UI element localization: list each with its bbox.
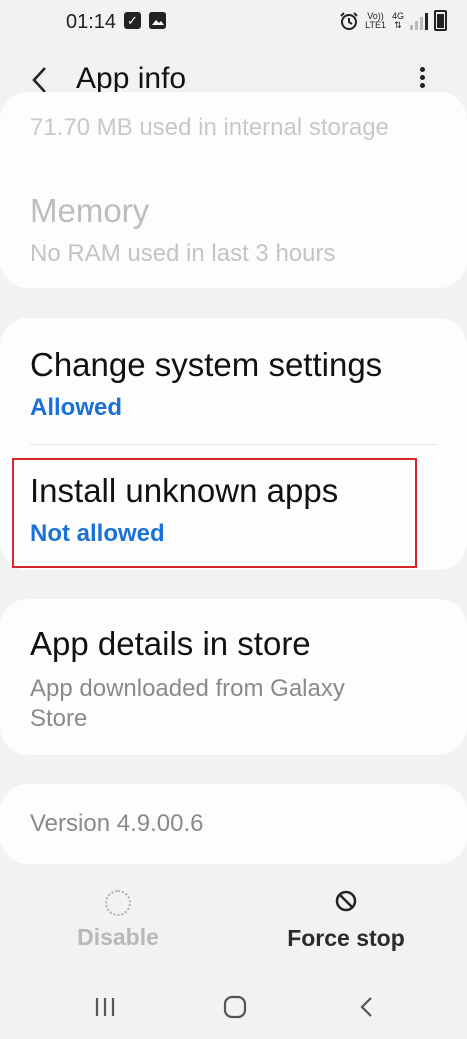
app-details-title: App details in store bbox=[30, 625, 311, 662]
image-icon bbox=[149, 12, 166, 29]
lte-4g-icon: 4G ⇅ bbox=[391, 10, 404, 30]
check-icon: ✓ bbox=[124, 12, 141, 29]
disable-icon bbox=[105, 890, 131, 916]
home-icon bbox=[223, 995, 247, 1019]
disable-label: Disable bbox=[77, 924, 159, 950]
storage-memory-card: 71.70 MB used in internal storage Memory… bbox=[0, 92, 467, 288]
notification-icons: ✓ bbox=[124, 12, 166, 29]
nav-back-button[interactable] bbox=[352, 994, 382, 1020]
alarm-icon bbox=[340, 11, 358, 30]
app-details-subtitle-line2: Store bbox=[30, 705, 88, 732]
home-button[interactable] bbox=[220, 994, 250, 1020]
page-title: App info bbox=[76, 62, 187, 95]
force-stop-button[interactable]: Force stop bbox=[256, 890, 436, 952]
permissions-card: Change system settings Allowed Install u… bbox=[0, 318, 467, 570]
force-stop-icon bbox=[335, 890, 357, 912]
memory-title: Memory bbox=[30, 192, 150, 229]
status-right-icons: Vo)) LTE1 4G ⇅ bbox=[339, 10, 447, 31]
divider bbox=[30, 444, 437, 445]
highlight-box bbox=[12, 458, 417, 568]
back-icon bbox=[360, 997, 372, 1017]
more-vertical-icon bbox=[410, 67, 434, 88]
change-system-settings-title: Change system settings bbox=[30, 346, 383, 383]
bottom-actions: Disable Force stop bbox=[0, 890, 467, 970]
volte-icon: Vo)) LTE1 bbox=[365, 10, 386, 30]
more-options-button[interactable] bbox=[410, 64, 434, 94]
app-details-subtitle-line1: App downloaded from Galaxy bbox=[30, 675, 345, 702]
recent-apps-icon bbox=[95, 998, 115, 1016]
storage-usage-text[interactable]: 71.70 MB used in internal storage bbox=[30, 114, 389, 142]
navigation-bar bbox=[0, 980, 467, 1030]
status-time: 01:14 bbox=[66, 11, 117, 33]
force-stop-label: Force stop bbox=[287, 925, 405, 951]
recent-apps-button[interactable] bbox=[90, 994, 120, 1020]
disable-button[interactable]: Disable bbox=[28, 890, 208, 951]
signal-icon bbox=[410, 12, 428, 30]
battery-icon bbox=[434, 10, 447, 31]
memory-subtitle: No RAM used in last 3 hours bbox=[30, 240, 336, 267]
store-card[interactable]: App details in store App downloaded from… bbox=[0, 599, 467, 755]
status-bar: 01:14 ✓ Vo)) LTE1 4G ⇅ bbox=[0, 0, 467, 44]
version-card: Version 4.9.00.6 bbox=[0, 784, 467, 864]
change-system-settings-value: Allowed bbox=[30, 394, 123, 421]
version-text: Version 4.9.00.6 bbox=[30, 810, 204, 837]
